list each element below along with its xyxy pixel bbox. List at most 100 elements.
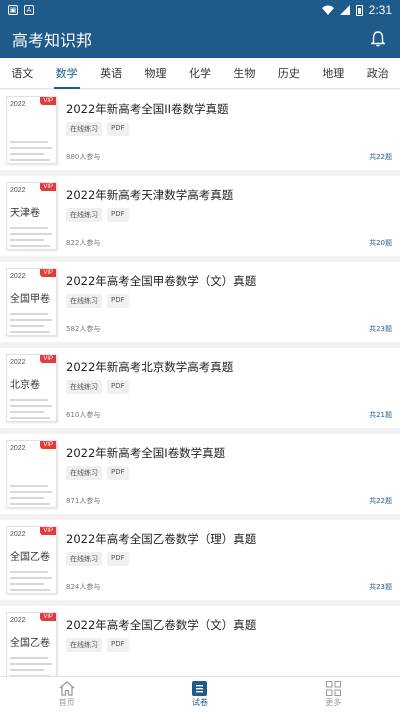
- vip-badge: VIP: [40, 613, 56, 621]
- pdf-tag: PDF: [107, 638, 129, 652]
- nav-papers-label: 试卷: [191, 698, 208, 707]
- paper-title: 2022年新高考全国I卷数学真题: [66, 446, 226, 460]
- thumbnail-text-line: [10, 313, 48, 315]
- bell-icon[interactable]: [368, 29, 388, 49]
- thumbnail-text-line: [10, 411, 44, 413]
- pdf-tag: PDF: [107, 294, 129, 308]
- question-count: 共20题: [369, 239, 392, 247]
- a-icon: A: [24, 5, 34, 15]
- thumbnail-year: 2022: [10, 359, 26, 366]
- paper-card[interactable]: 2022 VIP 全国乙卷 2022年高考全国乙卷数学（文）真题 在线练习 PDF: [0, 606, 400, 686]
- nav-more[interactable]: 更多: [267, 677, 400, 712]
- thumbnail-text-line: [10, 485, 48, 487]
- participant-count: 880人参与: [66, 153, 101, 161]
- online-practice-tag: 在线练习: [66, 208, 102, 222]
- paper-card[interactable]: 2022 VIP 全国乙卷 2022年高考全国乙卷数学（理）真题 在线练习 PDF 824人…: [0, 520, 400, 600]
- nav-home-label: 首页: [58, 698, 75, 707]
- paper-title: 2022年高考全国甲卷数学（文）真题: [66, 274, 257, 288]
- vip-badge: VIP: [40, 355, 56, 363]
- online-practice-tag: 在线练习: [66, 294, 102, 308]
- thumbnail-text-line: [10, 141, 48, 143]
- tab-8[interactable]: 政治: [365, 58, 391, 89]
- thumbnail-year: 2022: [10, 187, 26, 194]
- paper-tags: 在线练习 PDF: [66, 552, 129, 566]
- thumbnail-text-line: [10, 503, 50, 505]
- thumbnail-text-line: [10, 571, 48, 573]
- app-bar: 高考知识邦: [0, 20, 400, 58]
- thumbnail-year: 2022: [10, 445, 26, 452]
- thumbnail-text-line: [10, 657, 48, 659]
- paper-card[interactable]: 2022 VIP 全国甲卷 2022年高考全国甲卷数学（文）真题 在线练习 PDF 582人…: [0, 262, 400, 342]
- paper-tags: 在线练习 PDF: [66, 294, 129, 308]
- image-icon: ▣: [8, 5, 18, 15]
- participant-count: 824人参与: [66, 583, 101, 591]
- thumbnail-text-line: [10, 405, 52, 407]
- paper-card[interactable]: 2022 VIP 天津卷 2022年新高考天津数学高考真题 在线练习 PDF 822人参与 共…: [0, 176, 400, 256]
- thumbnail-region: 全国乙卷: [10, 552, 50, 563]
- question-count: 共22题: [369, 497, 392, 505]
- tab-2[interactable]: 英语: [98, 58, 124, 89]
- paper-list: 2022 VIP 2022年新高考全国II卷数学真题 在线练习 PDF 880人参与共22…: [0, 90, 400, 692]
- thumbnail-region: 全国甲卷: [10, 294, 50, 305]
- grid-icon: [325, 681, 341, 696]
- thumbnail-text-line: [10, 319, 52, 321]
- question-count: 共23题: [369, 325, 392, 333]
- thumbnail-text-line: [10, 331, 50, 333]
- online-practice-tag: 在线练习: [66, 552, 102, 566]
- tab-1[interactable]: 数学: [53, 58, 80, 89]
- tab-0[interactable]: 语文: [9, 58, 35, 89]
- signal-icon: [339, 5, 350, 15]
- thumbnail-text-line: [10, 583, 44, 585]
- thumbnail-text-line: [10, 663, 52, 665]
- paper-tags: 在线练习 PDF: [66, 122, 129, 136]
- thumbnail-region: 全国乙卷: [10, 638, 50, 649]
- vip-badge: VIP: [40, 97, 56, 105]
- tab-6[interactable]: 历史: [276, 58, 302, 89]
- tab-7[interactable]: 地理: [320, 58, 346, 89]
- thumbnail-year: 2022: [10, 273, 26, 280]
- paper-thumbnail: 2022 VIP: [6, 440, 57, 508]
- status-time: 2:31: [368, 3, 392, 17]
- tab-5[interactable]: 生物: [231, 58, 257, 89]
- participant-count: 582人参与: [66, 325, 101, 333]
- thumbnail-text-line: [10, 577, 52, 579]
- nav-more-label: 更多: [325, 698, 342, 707]
- app-title: 高考知识邦: [12, 31, 93, 50]
- thumbnail-text-line: [10, 147, 52, 149]
- status-bar: ▣ A 2:31: [0, 0, 400, 20]
- nav-home[interactable]: 首页: [0, 677, 133, 712]
- thumbnail-text-line: [10, 399, 48, 401]
- pdf-tag: PDF: [107, 380, 129, 394]
- thumbnail-text-line: [10, 245, 50, 247]
- thumbnail-region: 北京卷: [10, 380, 40, 391]
- paper-tags: 在线练习 PDF: [66, 466, 129, 480]
- pdf-tag: PDF: [107, 552, 129, 566]
- thumbnail-text-line: [10, 153, 44, 155]
- paper-title: 2022年新高考天津数学高考真题: [66, 188, 234, 202]
- pdf-tag: PDF: [107, 208, 129, 222]
- paper-title: 2022年高考全国乙卷数学（文）真题: [66, 618, 257, 632]
- paper-thumbnail: 2022 VIP 天津卷: [6, 182, 57, 250]
- participant-count: 871人参与: [66, 497, 101, 505]
- thumbnail-text-line: [10, 589, 50, 591]
- thumbnail-region: 天津卷: [10, 208, 40, 219]
- thumbnail-year: 2022: [10, 531, 26, 538]
- tab-4[interactable]: 化学: [187, 58, 213, 89]
- paper-tags: 在线练习 PDF: [66, 208, 129, 222]
- online-practice-tag: 在线练习: [66, 638, 102, 652]
- thumbnail-text-line: [10, 497, 44, 499]
- participant-count: 610人参与: [66, 411, 101, 419]
- paper-card[interactable]: 2022 VIP 北京卷 2022年新高考北京数学高考真题 在线练习 PDF 610人参与 共…: [0, 348, 400, 428]
- paper-card[interactable]: 2022 VIP 2022年新高考全国II卷数学真题 在线练习 PDF 880人参与 共22…: [0, 90, 400, 170]
- paper-thumbnail: 2022 VIP: [6, 96, 57, 164]
- online-practice-tag: 在线练习: [66, 466, 102, 480]
- vip-badge: VIP: [40, 269, 56, 277]
- tab-3[interactable]: 物理: [143, 58, 169, 89]
- paper-title: 2022年新高考全国II卷数学真题: [66, 102, 229, 116]
- vip-badge: VIP: [40, 441, 56, 449]
- paper-list-icon: [192, 681, 208, 696]
- paper-tags: 在线练习 PDF: [66, 638, 129, 652]
- nav-papers[interactable]: 试卷: [133, 677, 266, 712]
- paper-thumbnail: 2022 VIP 全国甲卷: [6, 268, 57, 336]
- paper-card[interactable]: 2022 VIP 2022年新高考全国I卷数学真题 在线练习 PDF 871人参与 共22题: [0, 434, 400, 514]
